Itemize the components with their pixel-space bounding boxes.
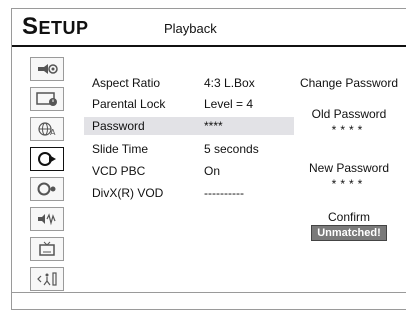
speaker-settings-icon <box>38 64 58 74</box>
sidebar-item-playback[interactable] <box>30 147 64 171</box>
setting-row-slide-time[interactable]: Slide Time 5 seconds <box>84 140 294 158</box>
setting-row-password[interactable]: Password **** <box>84 117 294 135</box>
confirm-status-badge: Unmatched! <box>311 225 387 241</box>
setting-label: Parental Lock <box>92 97 166 111</box>
setting-label: Aspect Ratio <box>92 76 161 90</box>
setting-value: **** <box>204 119 223 133</box>
setting-value: ---------- <box>204 186 244 200</box>
header-divider <box>12 45 406 47</box>
setting-row-aspect-ratio[interactable]: Aspect Ratio 4:3 L.Box <box>84 74 294 92</box>
sidebar-item-speaker[interactable] <box>30 57 64 81</box>
confirm-label: Confirm <box>327 210 370 224</box>
setting-value: 4:3 L.Box <box>204 76 255 90</box>
password-panel-title: Change Password <box>299 76 399 90</box>
setting-value: Level = 4 <box>204 97 254 111</box>
tv-icon <box>39 241 55 256</box>
setting-row-divx-vod[interactable]: DivX(R) VOD ---------- <box>84 184 294 202</box>
setting-label: DivX(R) VOD <box>92 186 164 200</box>
footer-divider <box>12 292 406 293</box>
clock-screen-icon <box>36 92 57 106</box>
setting-row-vcd-pbc[interactable]: VCD PBC On <box>84 162 294 180</box>
language-globe-icon: A <box>38 122 56 137</box>
new-password-label: New Password <box>308 161 390 175</box>
old-password-field[interactable]: **** <box>284 123 414 137</box>
new-password-field[interactable]: **** <box>284 177 414 191</box>
setting-label: Slide Time <box>92 142 149 156</box>
sidebar-item-exit[interactable] <box>30 267 64 291</box>
setting-row-parental-lock[interactable]: Parental Lock Level = 4 <box>84 95 294 113</box>
audio-icon <box>38 213 56 226</box>
playback-icon <box>38 152 56 166</box>
setup-window: SETUP Playback A Aspect Ratio 4:3 L.Box … <box>11 8 406 310</box>
setting-label: Password <box>92 119 145 133</box>
section-title: Playback <box>164 21 217 36</box>
sidebar-item-clock[interactable] <box>30 87 64 111</box>
sidebar-item-language[interactable]: A <box>30 117 64 141</box>
sidebar-item-record[interactable] <box>30 177 64 201</box>
page-title: SETUP <box>22 13 89 41</box>
setting-value: On <box>204 164 221 178</box>
svg-text:A: A <box>50 128 56 137</box>
old-password-label: Old Password <box>311 107 387 121</box>
title-initial: S <box>22 13 39 40</box>
sidebar-item-audio[interactable] <box>30 207 64 231</box>
record-icon <box>37 182 56 196</box>
setting-label: VCD PBC <box>92 164 146 178</box>
title-rest: ETUP <box>38 18 89 38</box>
exit-icon <box>37 272 57 286</box>
setting-value: 5 seconds <box>204 142 259 156</box>
sidebar-item-tv[interactable] <box>30 237 64 261</box>
